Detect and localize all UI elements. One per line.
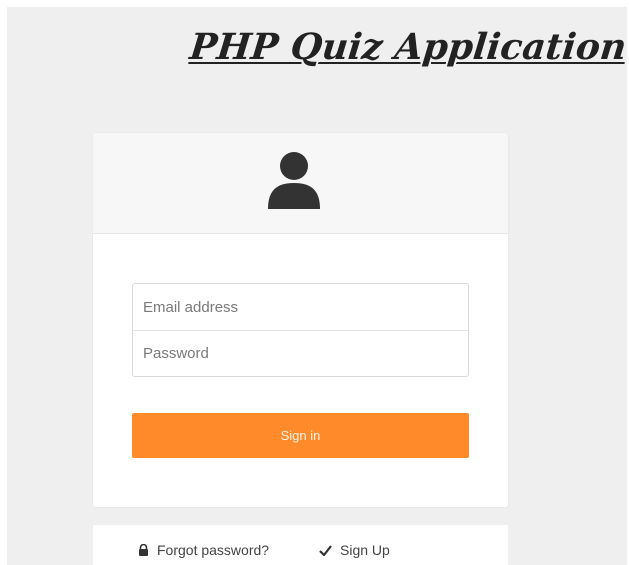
- forgot-password-link[interactable]: Forgot password?: [138, 542, 269, 558]
- email-field[interactable]: [133, 284, 468, 330]
- login-form: [132, 283, 469, 377]
- forgot-password-label: Forgot password?: [157, 542, 270, 558]
- signin-button[interactable]: Sign in: [132, 413, 469, 458]
- login-card: Sign in: [93, 133, 508, 507]
- password-field[interactable]: [133, 330, 468, 376]
- sign-up-label: Sign Up: [340, 542, 390, 558]
- lock-icon: [139, 544, 148, 556]
- check-icon: [319, 544, 332, 556]
- user-icon: [268, 152, 320, 209]
- footer-links: Forgot password? Sign Up: [93, 525, 508, 565]
- login-card-header: [93, 133, 508, 234]
- app-title: PHP Quiz Application: [188, 26, 629, 69]
- app-title-text: PHP Quiz Application: [187, 26, 629, 68]
- sign-up-link[interactable]: Sign Up: [319, 542, 390, 558]
